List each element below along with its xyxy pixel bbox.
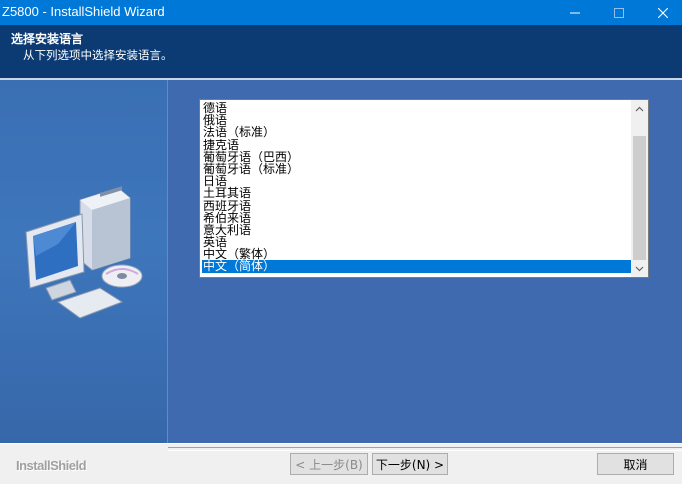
wizard-header: 选择安装语言 从下列选项中选择安装语言。 [0, 25, 682, 78]
header-title: 选择安装语言 [11, 32, 84, 46]
window-title: Z5800 - InstallShield Wizard [2, 4, 165, 19]
maximize-icon [614, 7, 624, 18]
language-option[interactable]: 土耳其语 [202, 187, 632, 199]
language-option[interactable]: 捷克语 [202, 138, 632, 150]
footer-divider [168, 447, 682, 451]
scroll-thumb[interactable] [633, 136, 646, 260]
title-bar: Z5800 - InstallShield Wizard [0, 0, 682, 25]
next-button[interactable]: 下一步(N) > [372, 453, 448, 475]
close-icon [658, 7, 668, 18]
scroll-up-button[interactable] [631, 100, 648, 117]
computer-icon [25, 186, 143, 319]
language-option[interactable]: 希伯来语 [202, 211, 632, 223]
installshield-logo: InstallShield [16, 458, 87, 473]
scroll-up-icon [635, 106, 644, 111]
back-button[interactable]: < 上一步(B) [290, 453, 368, 475]
language-option[interactable]: 葡萄牙语（标准） [202, 163, 632, 175]
scroll-down-icon [635, 266, 644, 271]
vertical-scrollbar[interactable] [631, 100, 648, 277]
minimize-icon [570, 12, 580, 13]
cancel-button[interactable]: 取消 [597, 453, 674, 475]
minimize-button[interactable] [552, 0, 598, 25]
language-list: 德语 俄语 法语（标准） 捷克语 葡萄牙语（巴西） 葡萄牙语（标准） 日语 土耳其语 西班牙语希… [202, 102, 632, 275]
scroll-down-button[interactable] [631, 260, 648, 277]
side-panel [0, 80, 167, 443]
language-option[interactable]: 中文（简体） [202, 260, 632, 273]
language-option[interactable]: 意大利语 [202, 224, 632, 236]
language-listbox[interactable]: 德语 俄语 法语（标准） 捷克语 葡萄牙语（巴西） 葡萄牙语（标准） 日语 土耳其语 西班牙语希… [199, 99, 649, 278]
language-option[interactable]: 德语 [202, 102, 632, 114]
close-button[interactable] [640, 0, 682, 25]
language-option[interactable]: 西班牙语 [202, 199, 632, 211]
wizard-footer: InstallShield < 上一步(B) 下一步(N) > 取消 [0, 443, 682, 484]
language-option[interactable]: 日语 [202, 175, 632, 187]
language-option[interactable]: 法语（标准） [202, 126, 632, 138]
maximize-button [596, 0, 642, 25]
header-subtitle: 从下列选项中选择安装语言。 [23, 48, 173, 62]
